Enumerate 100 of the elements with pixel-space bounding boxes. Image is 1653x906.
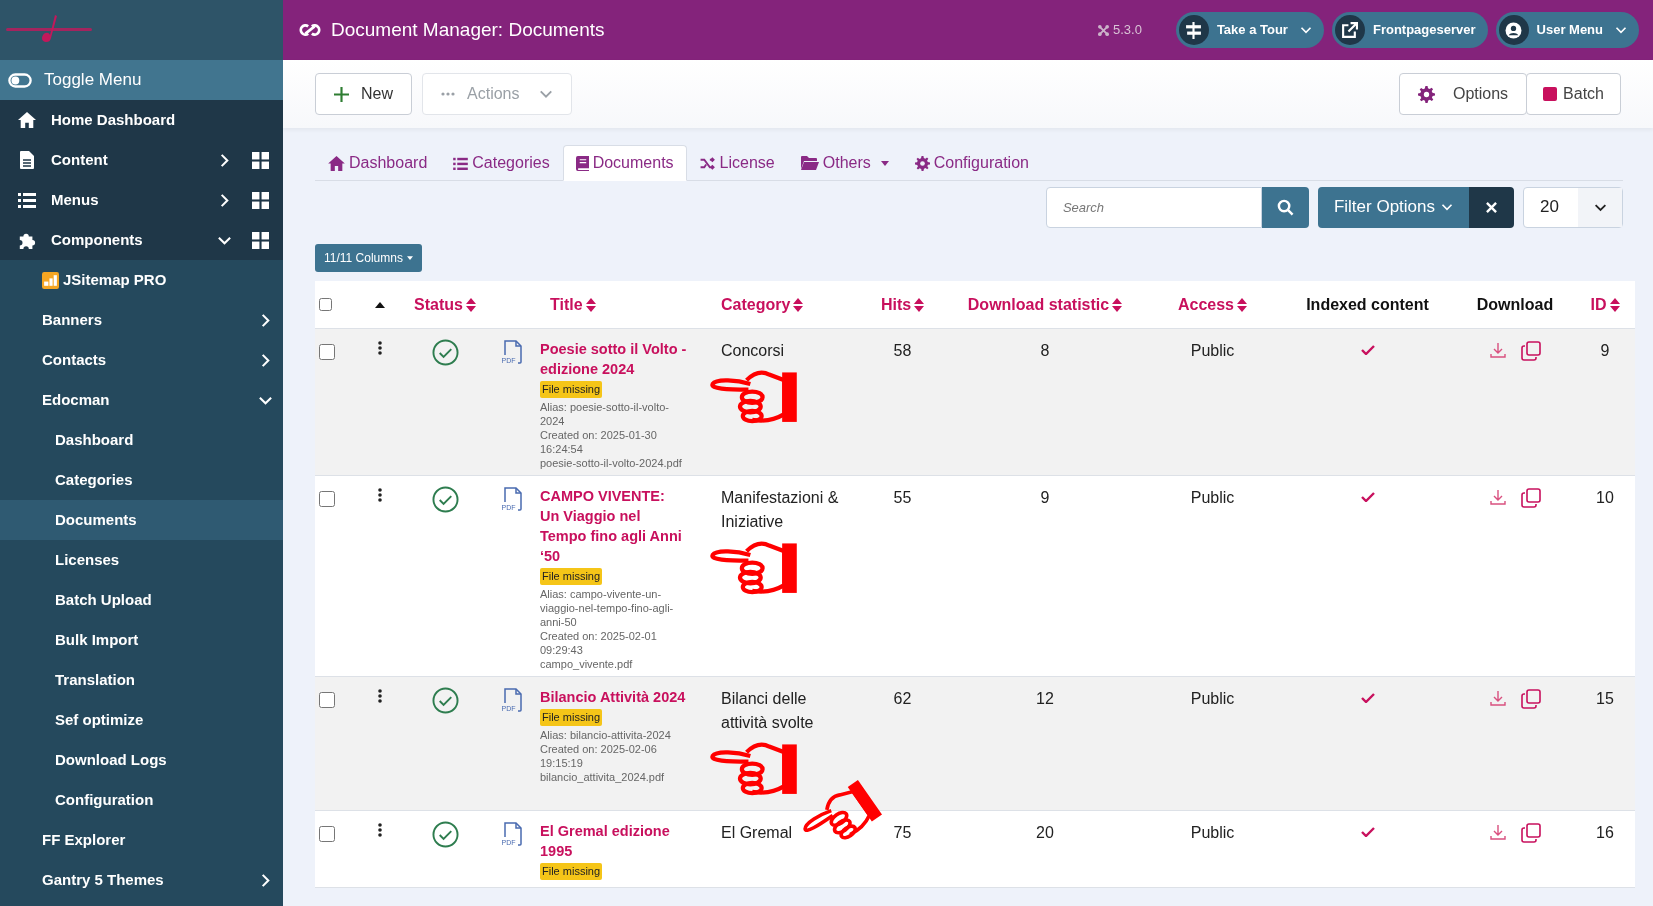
sidebar-item[interactable]: Categories xyxy=(0,460,283,500)
more-options-icon[interactable] xyxy=(378,341,382,355)
download-icon[interactable] xyxy=(1489,488,1507,506)
published-icon[interactable] xyxy=(431,486,459,513)
sidebar-item[interactable]: Documents xyxy=(0,500,283,540)
header-menu-button[interactable]: User Menu xyxy=(1495,12,1639,48)
sitemap-icon xyxy=(42,271,59,289)
document-id: 16 xyxy=(1596,823,1614,843)
hits-count: 75 xyxy=(893,823,912,843)
sidebar-item[interactable]: Content xyxy=(0,140,283,180)
sidebar-item[interactable]: Gantry 5 Themes xyxy=(0,860,283,900)
file-missing-badge: File missing xyxy=(540,709,603,726)
clear-button[interactable] xyxy=(1469,186,1514,228)
tab[interactable]: Others xyxy=(787,145,902,181)
download-count: 8 xyxy=(1040,341,1050,361)
sidebar-item[interactable]: Dashboard xyxy=(0,420,283,460)
download-count: 9 xyxy=(1040,488,1050,508)
published-icon[interactable] xyxy=(431,687,459,714)
column-header[interactable]: Title xyxy=(550,292,596,317)
copy-icon[interactable] xyxy=(1521,488,1541,508)
sidebar-item[interactable]: Configuration xyxy=(0,780,283,820)
toggle-menu[interactable]: Toggle Menu xyxy=(0,60,283,100)
columns-button[interactable]: 11/11 Columns xyxy=(315,244,422,272)
tab[interactable]: Dashboard xyxy=(315,145,441,181)
document-id: 15 xyxy=(1596,689,1614,709)
download-icon[interactable] xyxy=(1489,823,1507,841)
document-title-link[interactable]: CAMPO VIVENTE: Un Viaggio nel Tempo fino agli Anni ‘50 xyxy=(540,486,687,566)
list-icon xyxy=(453,156,469,170)
sidebar-item[interactable]: Components xyxy=(0,220,283,260)
sidebar-item[interactable]: FF Explorer xyxy=(0,820,283,860)
sidebar-item[interactable]: Translation xyxy=(0,660,283,700)
copy-icon[interactable] xyxy=(1521,689,1541,709)
folder-icon xyxy=(800,156,819,170)
tab[interactable]: Configuration xyxy=(901,145,1042,181)
download-count: 12 xyxy=(1036,689,1054,709)
column-header: Download xyxy=(1476,294,1554,315)
select-all-checkbox[interactable] xyxy=(319,298,332,311)
row-checkbox[interactable] xyxy=(319,491,335,507)
column-header[interactable]: Access xyxy=(1177,292,1247,317)
filter-options-button[interactable]: Filter Options xyxy=(1317,186,1469,228)
sidebar-item[interactable]: Contacts xyxy=(0,340,283,380)
sidebar-item[interactable]: Edocman xyxy=(0,380,283,420)
sort-ascending-icon[interactable] xyxy=(375,301,385,308)
toolbar-button[interactable]: Options xyxy=(1398,73,1528,115)
copy-icon[interactable] xyxy=(1521,341,1541,361)
home-icon xyxy=(328,155,345,171)
close-icon xyxy=(1486,201,1497,213)
copy-icon[interactable] xyxy=(1521,823,1541,843)
grid-icon[interactable] xyxy=(252,191,269,209)
tab[interactable]: Categories xyxy=(440,145,563,181)
sidebar-item[interactable]: Licenses xyxy=(0,540,283,580)
column-header[interactable]: Hits xyxy=(880,292,925,317)
tab[interactable]: Documents xyxy=(562,145,687,181)
toolbar-button[interactable]: Batch xyxy=(1526,73,1621,115)
gear-icon xyxy=(914,155,930,171)
document-title-link[interactable]: Poesie sotto il Volto - edizione 2024 xyxy=(540,339,687,379)
category-name: Manifestazioni & Iniziative xyxy=(721,488,840,532)
search-button[interactable] xyxy=(1261,186,1309,228)
more-options-icon[interactable] xyxy=(378,823,382,837)
column-header[interactable]: Status xyxy=(414,292,476,317)
limit-value: 20 xyxy=(1539,196,1560,219)
hits-count: 62 xyxy=(893,689,912,709)
sidebar-item[interactable]: Sef optimize xyxy=(0,700,283,740)
grid-icon[interactable] xyxy=(252,151,269,169)
sidebar-item[interactable]: Banners xyxy=(0,300,283,340)
row-checkbox[interactable] xyxy=(319,692,335,708)
document-title-link[interactable]: El Gremal edizione 1995 xyxy=(540,821,687,861)
download-icon[interactable] xyxy=(1489,341,1507,359)
access-level: Public xyxy=(1190,689,1235,709)
file-missing-badge: File missing xyxy=(540,381,603,398)
more-options-icon[interactable] xyxy=(378,689,382,703)
row-checkbox[interactable] xyxy=(319,826,335,842)
sidebar-item[interactable]: Batch Upload xyxy=(0,580,283,620)
document-id: 10 xyxy=(1596,488,1614,508)
column-header[interactable]: ID xyxy=(1590,292,1620,317)
sidebar-item[interactable]: JSitemap PRO xyxy=(0,260,283,300)
tab[interactable]: License xyxy=(686,145,788,181)
signpost-icon xyxy=(1185,21,1203,39)
toggle-icon xyxy=(8,72,32,88)
header-menu-button[interactable]: Frontpageserver xyxy=(1331,12,1488,48)
document-title-link[interactable]: Bilancio Attività 2024 xyxy=(540,687,687,707)
row-checkbox[interactable] xyxy=(319,344,335,360)
sidebar-item[interactable]: Menus xyxy=(0,180,283,220)
toolbar-button[interactable]: New xyxy=(315,73,412,115)
sidebar-item[interactable]: Home Dashboard xyxy=(0,100,283,140)
search-field[interactable]: Search xyxy=(1045,186,1262,228)
home-icon xyxy=(18,111,36,129)
column-header[interactable]: Download statistic xyxy=(967,292,1123,317)
published-icon[interactable] xyxy=(431,339,459,366)
document-id: 9 xyxy=(1600,341,1610,361)
download-icon[interactable] xyxy=(1489,689,1507,707)
sidebar-item[interactable]: Download Logs xyxy=(0,740,283,780)
sidebar-item[interactable]: Bulk Import xyxy=(0,620,283,660)
grid-icon[interactable] xyxy=(252,231,269,249)
joomla-icon xyxy=(1097,24,1109,36)
published-icon[interactable] xyxy=(431,821,459,848)
header-menu-button[interactable]: Take a Tour xyxy=(1175,12,1324,48)
column-header[interactable]: Category xyxy=(721,292,804,317)
more-options-icon[interactable] xyxy=(378,488,382,502)
limit-select[interactable]: 20 xyxy=(1523,186,1623,228)
